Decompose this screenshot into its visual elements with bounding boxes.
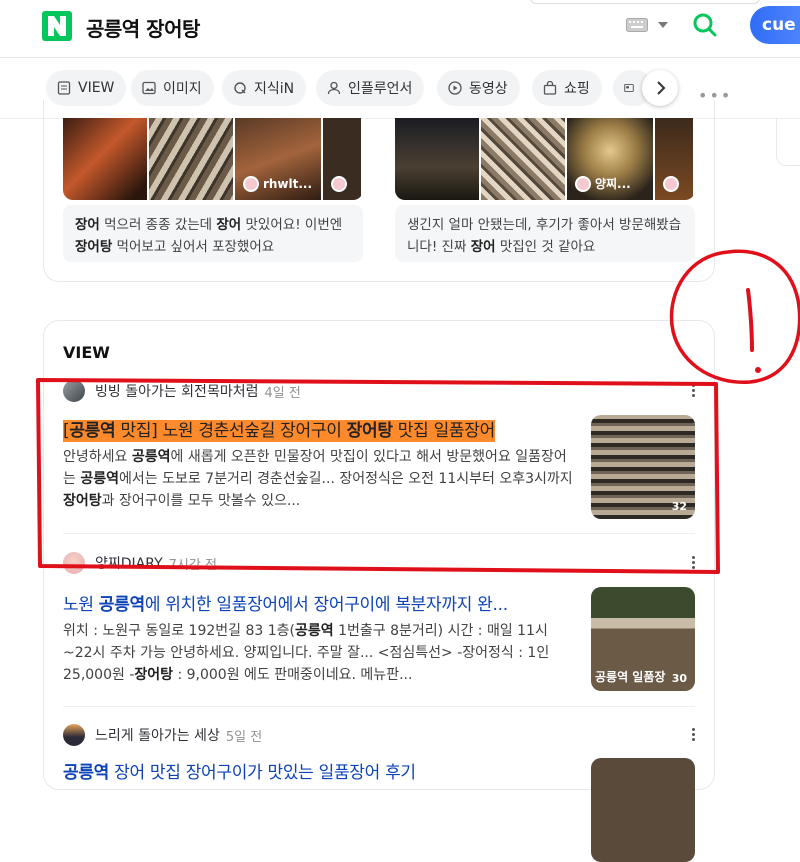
annotation-circle <box>669 249 800 384</box>
post-thumbnail[interactable] <box>591 758 695 862</box>
annotation-rectangle <box>36 378 720 574</box>
annotation-exclamation <box>746 288 754 352</box>
text-run: 장어 맛집 장어구이가 맛있는 일품장어 후기 <box>109 763 416 783</box>
rich-title: 공릉역 장어 맛집 장어구이가 맛있는 일품장어 후기 <box>63 763 416 783</box>
annotation-overlay <box>36 249 800 574</box>
annotation-exclamation-dot <box>755 367 761 373</box>
highlight-term: 공릉역 <box>63 763 110 783</box>
